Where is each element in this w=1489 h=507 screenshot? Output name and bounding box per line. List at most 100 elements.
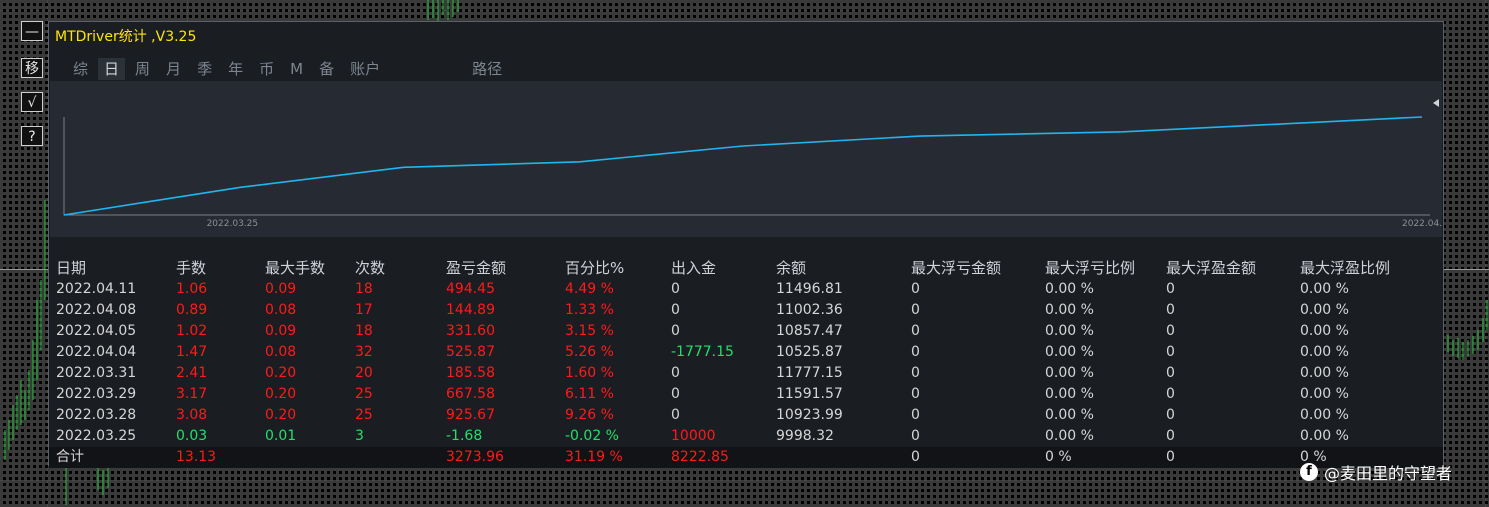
table-cell: 9998.32 — [776, 428, 834, 444]
table-cell: 1.06 — [176, 281, 208, 297]
period-tabs: 综日周月季年币 M 备账户 路径 — [67, 58, 512, 80]
table-cell: 5.26 % — [565, 344, 614, 360]
table-cell: 32 — [355, 344, 373, 360]
help-button[interactable]: ? — [21, 126, 43, 146]
table-cell: 0 — [1166, 407, 1175, 423]
table-cell: 0 — [911, 302, 920, 318]
table-cell: 11591.57 — [776, 386, 843, 402]
tab-3[interactable]: 月 — [160, 58, 187, 80]
tab-1[interactable]: 日 — [98, 58, 126, 80]
tab-0[interactable]: 综 — [67, 58, 94, 80]
confirm-button[interactable]: √ — [21, 92, 43, 112]
table-cell: 2022.04.05 — [56, 323, 137, 339]
table-cell: 0 — [1166, 302, 1175, 318]
table-row: 2022.04.08 0.89 0.08 17 144.89 1.33 % 0 11002.3… — [49, 300, 1443, 321]
table-header-row: 日期 手数 最大手数 次数 盈亏金额 百分比% 出入金 余额 最大浮亏金额 最大浮亏比例 最大浮盈金… — [49, 258, 1443, 279]
table-cell: 0.08 — [265, 302, 297, 318]
table-cell: 2.41 — [176, 365, 208, 381]
tab-7[interactable]: M — [284, 58, 309, 80]
table-cell: 25 — [355, 386, 373, 402]
table-cell: 出入金 — [671, 259, 717, 277]
table-cell: 9.26 % — [565, 407, 614, 423]
table-cell: 18 — [355, 281, 373, 297]
table-cell: 0.20 — [265, 407, 297, 423]
table-cell: 2022.03.25 — [56, 428, 137, 444]
tab-4[interactable]: 季 — [191, 58, 218, 80]
table-cell: 0.00 % — [1300, 281, 1349, 297]
table-cell: 0 — [911, 386, 920, 402]
table-cell: 0 — [1166, 281, 1175, 297]
table-cell: 0.00 % — [1300, 386, 1349, 402]
table-cell: 0.00 % — [1045, 323, 1094, 339]
table-cell: 4.49 % — [565, 281, 614, 297]
table-cell: 手数 — [176, 259, 207, 277]
table-cell: 最大浮盈比例 — [1300, 259, 1391, 277]
table-cell: 2022.03.29 — [56, 386, 137, 402]
table-cell: 0.00 % — [1045, 344, 1094, 360]
table-cell: 0 — [911, 281, 920, 297]
table-row: 2022.04.05 1.02 0.09 18 331.60 3.15 % 0 10857.4… — [49, 321, 1443, 342]
table-cell: 1.47 — [176, 344, 208, 360]
table-cell: 1.60 % — [565, 365, 614, 381]
table-cell: 0 — [671, 302, 680, 318]
table-cell: 0 — [671, 386, 680, 402]
table-cell: 0.00 % — [1045, 365, 1094, 381]
table-cell: 0.09 — [265, 323, 297, 339]
table-cell: 0 — [671, 281, 680, 297]
x-tick-label: 2022.04.11 — [1402, 219, 1442, 229]
table-cell: 185.58 — [446, 365, 495, 381]
table-cell: 3273.96 — [446, 449, 504, 465]
table-cell: 1.33 % — [565, 302, 614, 318]
table-cell: 0.08 — [265, 344, 297, 360]
table-cell: 3.17 — [176, 386, 208, 402]
table-cell: 0.00 % — [1045, 281, 1094, 297]
table-cell: 0 — [671, 323, 680, 339]
table-cell: 25 — [355, 407, 373, 423]
table-cell: 日期 — [56, 259, 87, 277]
table-row: 2022.03.28 3.08 0.20 25 925.67 9.26 % 0 10923.9… — [49, 405, 1443, 426]
table-cell: 667.58 — [446, 386, 495, 402]
table-cell: 百分比% — [565, 259, 625, 277]
table-cell: 0 — [1166, 428, 1175, 444]
table-cell: 0.20 — [265, 386, 297, 402]
table-cell: 11496.81 — [776, 281, 843, 297]
daily-stats-table: 日期 手数 最大手数 次数 盈亏金额 百分比% 出入金 余额 最大浮亏金额 最大浮亏比例 最大浮盈金… — [49, 258, 1443, 468]
table-row: 2022.03.31 2.41 0.20 20 185.58 1.60 % 0 11777.1… — [49, 363, 1443, 384]
table-cell: 0 — [911, 344, 920, 360]
table-cell: 2022.03.31 — [56, 365, 137, 381]
table-cell: 10857.47 — [776, 323, 843, 339]
table-cell: 0.03 — [176, 428, 208, 444]
table-cell: 0 — [911, 407, 920, 423]
table-cell: 18 — [355, 323, 373, 339]
move-button[interactable]: 移 — [21, 58, 43, 78]
minimize-button[interactable]: — — [21, 21, 43, 41]
table-cell: 8222.85 — [671, 449, 729, 465]
tab-6[interactable]: 币 — [253, 58, 280, 80]
table-cell: -0.02 % — [565, 428, 619, 444]
table-cell: 0 — [671, 365, 680, 381]
tab-2[interactable]: 周 — [129, 58, 156, 80]
table-row: 2022.03.29 3.17 0.20 25 667.58 6.11 % 0 11591.5… — [49, 384, 1443, 405]
panel-title: MTDriver统计 ,V3.25 — [55, 29, 197, 45]
table-cell: 0.00 % — [1045, 428, 1094, 444]
table-cell: 925.67 — [446, 407, 495, 423]
table-cell: 最大手数 — [265, 259, 326, 277]
table-cell: 盈亏金额 — [446, 259, 507, 277]
table-cell: 0 — [911, 449, 920, 465]
table-cell: 0.00 % — [1300, 323, 1349, 339]
table-cell: 3.15 % — [565, 323, 614, 339]
table-cell: 0 — [911, 365, 920, 381]
table-cell: 6.11 % — [565, 386, 614, 402]
table-cell: 494.45 — [446, 281, 495, 297]
table-cell: 合计 — [56, 449, 84, 465]
table-cell: 144.89 — [446, 302, 495, 318]
table-cell: 2022.04.11 — [56, 281, 137, 297]
tab-5[interactable]: 年 — [222, 58, 249, 80]
tab-8[interactable]: 备 — [313, 58, 340, 80]
tab-10[interactable]: 路径 — [466, 58, 508, 80]
table-cell: 17 — [355, 302, 373, 318]
table-cell: 0 — [1166, 344, 1175, 360]
tab-9[interactable]: 账户 — [344, 58, 386, 80]
table-cell: 0.00 % — [1045, 407, 1094, 423]
table-row: 2022.03.25 0.03 0.01 3 -1.68 -0.02 % 10000 9998… — [49, 426, 1443, 447]
